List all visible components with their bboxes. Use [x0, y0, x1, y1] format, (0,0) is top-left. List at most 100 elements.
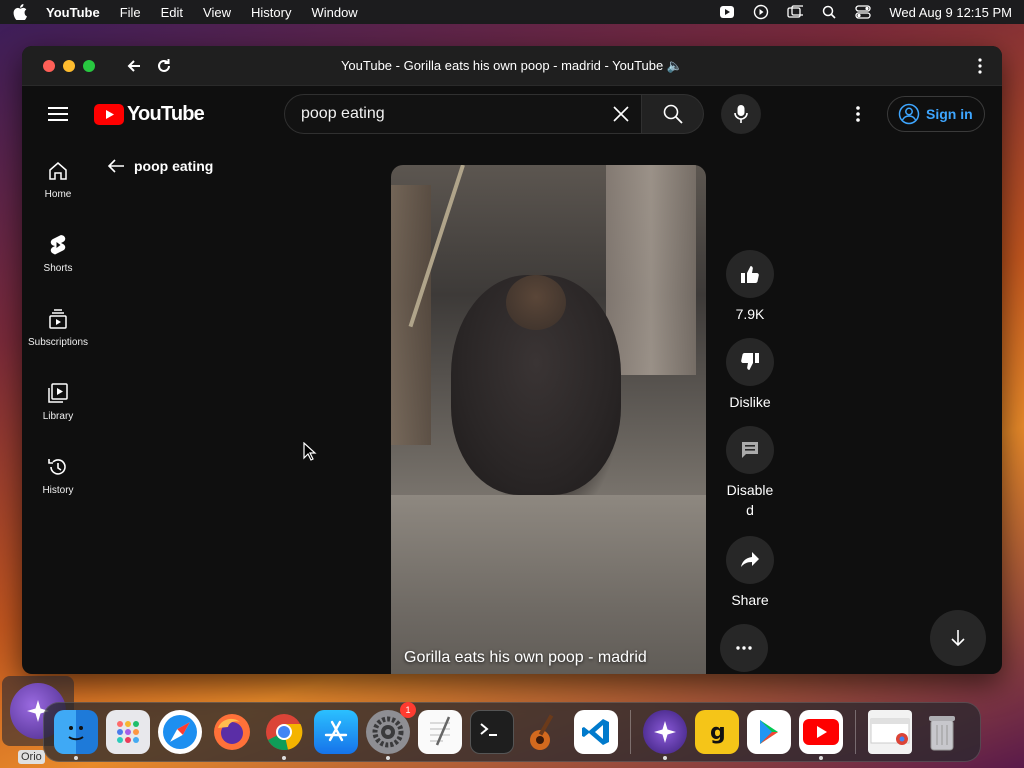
- chrome-icon[interactable]: [262, 710, 306, 760]
- share-action: Share: [720, 536, 780, 610]
- search-icon: [663, 104, 683, 124]
- chrome-running-dot: [282, 756, 286, 760]
- screen-mirroring-icon[interactable]: [787, 5, 804, 19]
- microphone-icon: [734, 105, 748, 123]
- safari-icon[interactable]: [158, 710, 202, 754]
- account-icon: [898, 103, 920, 125]
- chrome-window-thumbnail-icon[interactable]: [868, 710, 912, 754]
- dock-separator-2: [855, 710, 856, 754]
- back-icon[interactable]: [123, 55, 145, 77]
- guide-label-library: Library: [42, 410, 74, 422]
- menu-history[interactable]: History: [251, 5, 291, 20]
- guide-label-shorts: Shorts: [43, 262, 73, 274]
- orion-dock-icon[interactable]: [643, 710, 687, 760]
- garageband-icon[interactable]: [522, 710, 566, 754]
- history-icon: [46, 455, 70, 479]
- share-button[interactable]: [726, 536, 774, 584]
- mouse-cursor-icon: [303, 442, 317, 461]
- guide-item-shorts[interactable]: Shorts: [22, 216, 94, 290]
- video-scene-ledge: [391, 495, 706, 674]
- guide-label-subscriptions: Subscriptions: [27, 336, 89, 348]
- menu-bar: YouTube File Edit View History Window We…: [0, 0, 1024, 24]
- guide-item-subscriptions[interactable]: Subscriptions: [22, 290, 94, 364]
- spotlight-icon[interactable]: [821, 5, 837, 19]
- app-store-icon[interactable]: [314, 710, 358, 754]
- reload-icon[interactable]: [153, 55, 175, 77]
- more-action: [720, 624, 768, 674]
- sign-in-label: Sign in: [926, 106, 973, 122]
- menu-view[interactable]: View: [203, 5, 231, 20]
- dislike-label: Dislike: [729, 394, 771, 410]
- settings-more-icon[interactable]: [846, 102, 870, 126]
- share-arrow-icon: [741, 552, 759, 567]
- menu-app-name[interactable]: YouTube: [46, 5, 100, 20]
- youtube-logo[interactable]: YouTube: [94, 103, 205, 126]
- search-input[interactable]: [301, 105, 601, 123]
- next-short-button[interactable]: [930, 610, 986, 666]
- google-play-icon[interactable]: [747, 710, 791, 754]
- youtube-play-icon: [94, 104, 124, 125]
- zoom-window-button[interactable]: [83, 59, 95, 72]
- finder-icon[interactable]: [54, 710, 98, 760]
- arrow-down-icon: [951, 630, 965, 647]
- menu-icon[interactable]: [46, 102, 70, 126]
- youtube-masthead: YouTube Sign in: [22, 86, 1002, 142]
- settings-running-dot: [386, 756, 390, 760]
- like-count: 7.9K: [735, 306, 765, 322]
- library-icon: [46, 381, 70, 405]
- orion-label: Orio: [18, 750, 45, 764]
- youtube-dock-icon[interactable]: [799, 710, 843, 760]
- short-title[interactable]: Gorilla eats his own poop - madrid: [404, 649, 647, 667]
- like-button[interactable]: [726, 250, 774, 298]
- finder-running-dot: [74, 756, 78, 760]
- dock-separator: [630, 710, 631, 754]
- minimize-window-button[interactable]: [63, 59, 75, 72]
- guide-label-history: History: [42, 484, 74, 496]
- sign-in-button[interactable]: Sign in: [887, 96, 985, 132]
- thumbs-down-icon: [741, 353, 759, 370]
- terminal-icon[interactable]: [470, 710, 514, 754]
- menu-window[interactable]: Window: [311, 5, 357, 20]
- close-window-button[interactable]: [43, 59, 55, 72]
- search-button[interactable]: [642, 94, 704, 134]
- video-scene-tree: [606, 165, 696, 375]
- search-query-header: poop eating: [106, 156, 213, 176]
- youtube-running-dot: [819, 756, 823, 760]
- browser-window: YouTube - Gorilla eats his own poop - ma…: [22, 46, 1002, 674]
- system-settings-icon[interactable]: 1: [366, 702, 416, 760]
- guide-label-home: Home: [44, 188, 72, 200]
- more-vertical-icon[interactable]: [970, 56, 990, 76]
- clear-search-icon[interactable]: [609, 102, 633, 126]
- shorts-icon: [46, 233, 70, 257]
- video-scene-gorilla-head: [506, 275, 566, 330]
- comments-button[interactable]: [726, 426, 774, 474]
- short-video-player[interactable]: Gorilla eats his own poop - madrid: [391, 165, 706, 674]
- back-arrow-icon[interactable]: [106, 156, 126, 176]
- menu-edit[interactable]: Edit: [161, 5, 183, 20]
- dislike-button[interactable]: [726, 338, 774, 386]
- menubar-clock[interactable]: Wed Aug 9 12:15 PM: [889, 5, 1012, 20]
- control-center-icon[interactable]: [855, 5, 872, 19]
- voice-search-button[interactable]: [721, 94, 761, 134]
- launchpad-icon[interactable]: [106, 710, 150, 754]
- more-options-button[interactable]: [720, 624, 768, 672]
- youtube-status-icon[interactable]: [719, 5, 735, 19]
- search-query-label: poop eating: [134, 158, 214, 174]
- play-status-icon[interactable]: [753, 4, 769, 20]
- thumbs-up-icon: [741, 266, 759, 283]
- guide-item-history[interactable]: History: [22, 438, 94, 512]
- guide-item-home[interactable]: Home: [22, 142, 94, 216]
- guide-item-library[interactable]: Library: [22, 364, 94, 438]
- search-box: [284, 94, 642, 134]
- grammarly-icon[interactable]: g: [695, 710, 739, 754]
- firefox-icon[interactable]: [210, 710, 254, 754]
- apple-icon[interactable]: [12, 4, 28, 20]
- vscode-icon[interactable]: [574, 710, 618, 754]
- textedit-icon[interactable]: [418, 710, 462, 754]
- window-controls: [43, 59, 95, 72]
- menu-file[interactable]: File: [120, 5, 141, 20]
- settings-badge: 1: [400, 702, 416, 718]
- trash-icon[interactable]: [920, 710, 964, 754]
- mini-guide: Home Shorts Subscriptions Library Histor…: [22, 142, 94, 512]
- home-icon: [46, 159, 70, 183]
